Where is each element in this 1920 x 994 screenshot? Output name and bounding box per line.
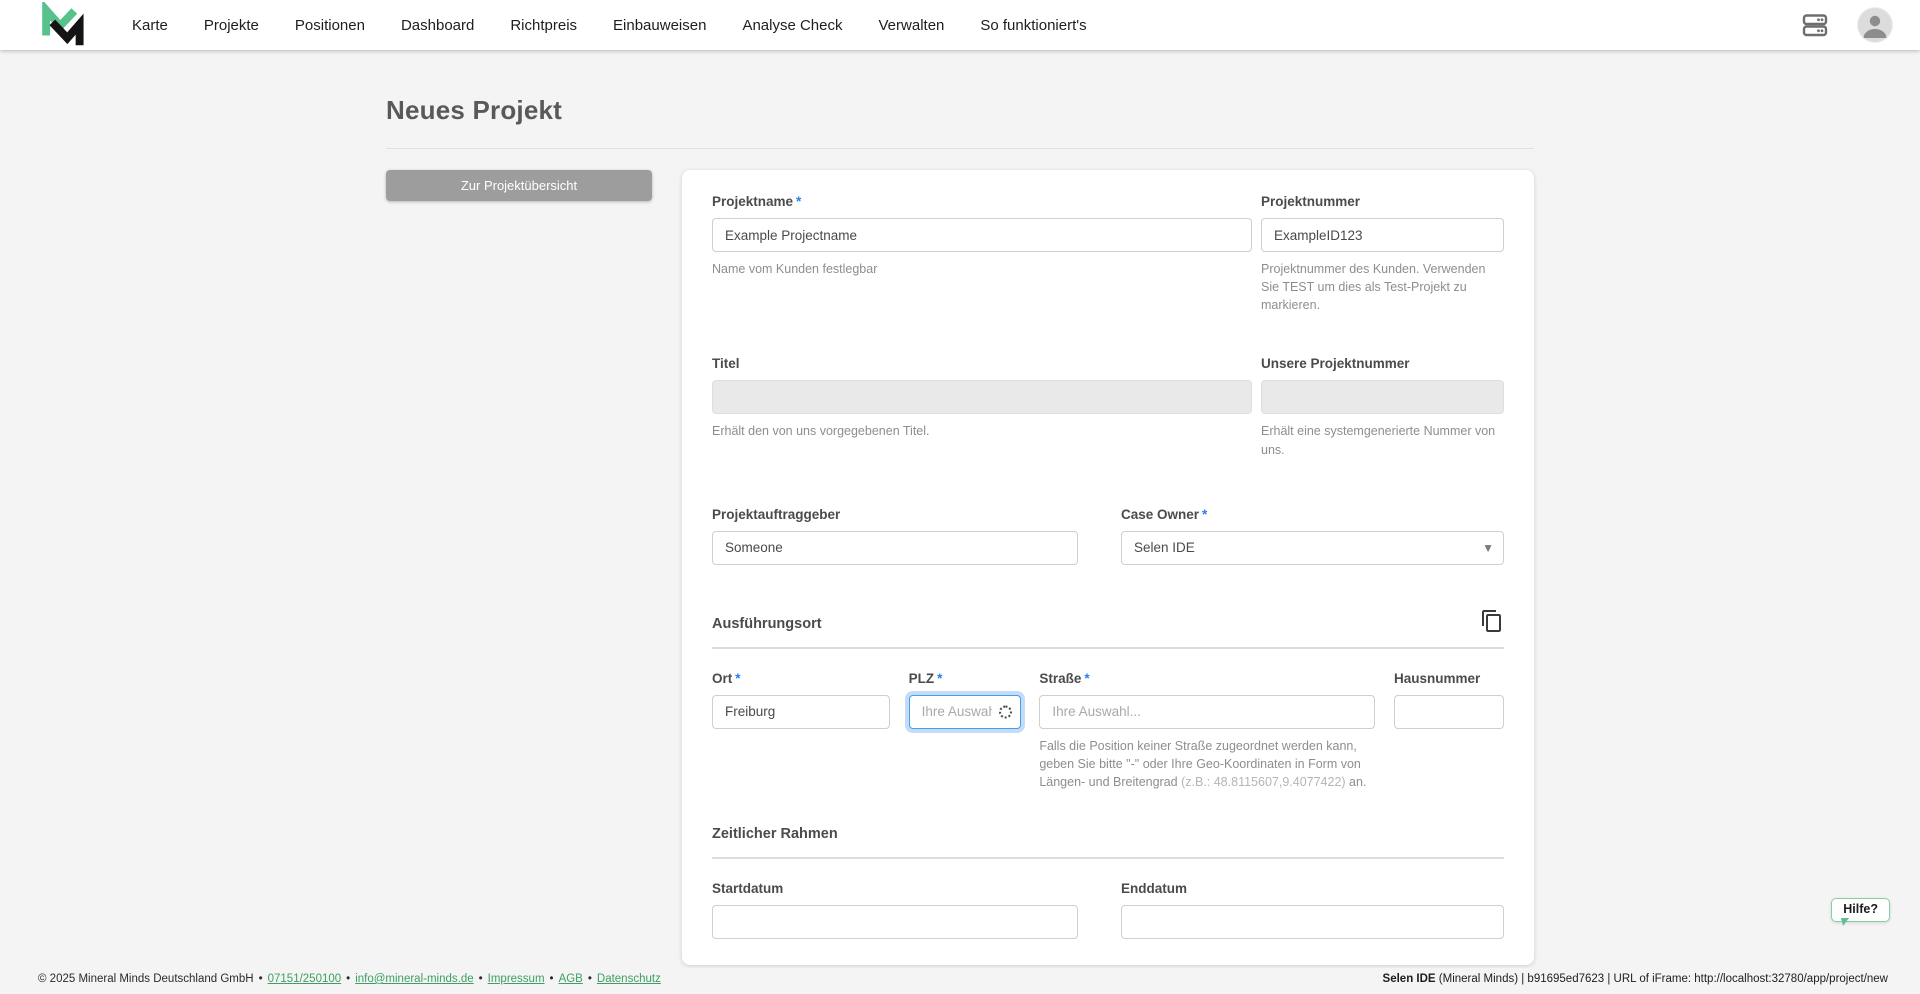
nav-item-dashboard[interactable]: Dashboard — [401, 17, 474, 34]
enddatum-label: Enddatum — [1121, 881, 1187, 896]
footer-copyright: © 2025 Mineral Minds Deutschland GmbH — [38, 973, 254, 985]
projektauftraggeber-label: Projektauftraggeber — [712, 506, 841, 522]
titel-label: Titel — [712, 356, 740, 372]
ausfuehrungsort-section-title: Ausführungsort — [712, 615, 822, 632]
footer-link-datenschutz[interactable]: Datenschutz — [597, 973, 661, 985]
projektnummer-label: Projektnummer — [1261, 194, 1361, 209]
unsere-projektnummer-help: Erhält eine systemgenerierte Nummer von … — [1261, 424, 1496, 457]
projektname-input[interactable] — [712, 218, 1252, 252]
startdatum-label: Startdatum — [712, 881, 784, 896]
startdatum-input[interactable] — [712, 905, 1078, 939]
zeitlicher-rahmen-section-title: Zeitlicher Rahmen — [712, 826, 838, 842]
hausnummer-input[interactable] — [1393, 694, 1504, 729]
user-avatar-icon[interactable] — [1858, 8, 1892, 42]
ort-input[interactable] — [712, 694, 890, 729]
hausnummer-label: Hausnummer — [1393, 670, 1481, 686]
nav-item-richtpreis[interactable]: Richtpreis — [510, 17, 577, 34]
required-marker: * — [937, 670, 943, 686]
case-owner-select[interactable]: Selen IDE ▼ — [1121, 530, 1504, 565]
footer-link-phone[interactable]: 07151/250100 — [268, 973, 342, 985]
projektname-help: Name vom Kunden festlegbar — [712, 262, 878, 276]
footer-link-impressum[interactable]: Impressum — [488, 973, 545, 985]
titel-help: Erhält den von uns vorgegebenen Titel. — [712, 424, 930, 439]
required-marker: * — [1084, 670, 1090, 686]
footer-link-agb[interactable]: AGB — [559, 973, 583, 985]
unsere-projektnummer-input — [1261, 380, 1504, 415]
titel-input — [712, 380, 1252, 415]
page-content: Neues Projekt Zur Projektübersicht Proje… — [386, 50, 1534, 994]
nav-item-analyse-check[interactable]: Analyse Check — [742, 17, 842, 34]
nav-item-positionen[interactable]: Positionen — [295, 17, 365, 34]
projektauftraggeber-input[interactable] — [712, 530, 1078, 565]
main-menu: Karte Projekte Positionen Dashboard Rich… — [132, 17, 1087, 34]
required-marker: * — [1202, 506, 1208, 522]
footer: © 2025 Mineral Minds Deutschland GmbH • … — [0, 968, 1920, 994]
unsere-projektnummer-label: Unsere Projektnummer — [1261, 356, 1410, 372]
zur-projektuebersicht-button[interactable]: Zur Projektübersicht — [386, 170, 652, 201]
loading-spinner-icon — [998, 705, 1012, 719]
required-marker: * — [735, 670, 741, 686]
nav-item-einbauweisen[interactable]: Einbauweisen — [613, 17, 706, 34]
nav-item-projekte[interactable]: Projekte — [204, 17, 259, 34]
session-info: Selen IDE (Mineral Minds) | b91695ed7623… — [1382, 973, 1888, 985]
strasse-help: Falls die Position keiner Straße zugeord… — [1039, 738, 1367, 789]
copy-icon[interactable] — [1480, 609, 1504, 633]
footer-link-email[interactable]: info@mineral-minds.de — [355, 973, 473, 985]
projektname-label: Projektname * — [712, 194, 802, 209]
required-marker: * — [796, 194, 802, 209]
plz-label: PLZ * — [908, 670, 943, 686]
enddatum-input[interactable] — [1121, 905, 1504, 939]
title-divider — [386, 148, 1534, 149]
mineral-minds-logo-icon[interactable] — [40, 2, 84, 48]
project-form-card: Projektname* Name vom Kunden festlegbar … — [682, 170, 1534, 965]
top-navigation: Karte Projekte Positionen Dashboard Rich… — [0, 0, 1920, 50]
nav-item-verwalten[interactable]: Verwalten — [879, 17, 945, 34]
projektnummer-help: Projektnummer des Kunden. Verwenden Sie … — [1261, 262, 1486, 313]
strasse-input[interactable] — [1039, 694, 1376, 729]
ort-label: Ort * — [712, 670, 741, 686]
nav-item-so-funktionierts[interactable]: So funktioniert's — [980, 17, 1086, 34]
strasse-label: Straße * — [1039, 670, 1090, 686]
hilfe-button[interactable]: Hilfe? — [1831, 898, 1890, 926]
chevron-down-icon: ▼ — [1482, 540, 1494, 555]
nav-item-karte[interactable]: Karte — [132, 17, 168, 34]
server-dns-icon[interactable] — [1800, 10, 1830, 40]
page-title: Neues Projekt — [386, 95, 563, 125]
case-owner-label: Case Owner * — [1121, 506, 1208, 522]
case-owner-selected-value: Selen IDE — [1134, 540, 1195, 556]
projektnummer-input[interactable] — [1261, 218, 1504, 252]
